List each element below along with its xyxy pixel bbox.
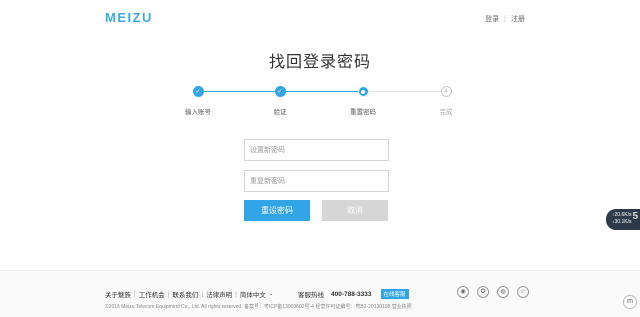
progress-steps: ✓ 输入账号 ✓ 验证 重置密码 4 完成 (185, 86, 453, 116)
corner-logo-icon[interactable]: m (623, 295, 637, 309)
separator: | (167, 290, 170, 298)
step-label: 输入账号 (185, 109, 211, 116)
footer: 关于魅族 | 工作机会 | 联系我们 | 法律声明 | 简体中文 ⌄ 客服热线 … (0, 270, 640, 317)
weibo-icon[interactable]: ◉ (457, 286, 469, 298)
language-select[interactable]: 简体中文 (240, 289, 266, 299)
step-input-account: ✓ 输入账号 (168, 86, 228, 116)
check-icon: ✓ (192, 86, 204, 97)
copyright: ©2016 Meizu Telecom Equipment Co., Ltd. … (105, 304, 412, 310)
current-step-icon (357, 86, 369, 97)
step-reset-password: 重置密码 (333, 86, 393, 116)
qzone-icon[interactable]: ✪ (477, 286, 489, 298)
footer-links: 关于魅族 | 工作机会 | 联系我们 | 法律声明 | 简体中文 ⌄ 客服热线 … (105, 289, 409, 299)
login-link[interactable]: 登录 (485, 14, 499, 24)
separator: | (504, 15, 506, 23)
wechat-icon[interactable]: ◍ (497, 286, 509, 298)
step-label: 验证 (273, 109, 287, 116)
separator: | (235, 290, 237, 298)
page-title: 找回登录密码 (268, 54, 371, 71)
footer-link-about[interactable]: 关于魅族 (105, 289, 131, 299)
separator: | (201, 290, 204, 298)
cancel-button[interactable]: 取消 (322, 200, 388, 221)
hotline-label: 客服热线 (298, 292, 325, 299)
step-label: 重置密码 (350, 109, 376, 116)
separator: | (134, 290, 136, 298)
network-speed-widget[interactable]: ↑20.6K/s ↓30.1K/s 5 (606, 209, 640, 230)
step-complete: 4 完成 (416, 86, 476, 116)
step-verify: ✓ 验证 (250, 86, 310, 116)
hotline-number: 400-788-3333 (331, 290, 372, 298)
top-links: 登录 | 注册 (485, 14, 525, 24)
new-password-field[interactable] (244, 139, 389, 161)
register-link[interactable]: 注册 (511, 14, 525, 24)
confirm-password-field[interactable] (244, 170, 389, 192)
online-service-button[interactable]: 在线客服 (380, 289, 409, 299)
check-icon: ✓ (274, 86, 286, 97)
reset-password-button[interactable]: 重设密码 (244, 200, 310, 221)
step-number-icon: 4 (440, 86, 452, 97)
footer-link-jobs[interactable]: 工作机会 (139, 289, 165, 299)
star-icon[interactable]: ☆ (517, 286, 529, 298)
step-label: 完成 (439, 109, 453, 116)
meizu-logo[interactable]: MEIZU (105, 10, 153, 25)
chevron-down-icon[interactable]: ⌄ (269, 291, 273, 297)
widget-value: 5 (632, 211, 638, 222)
social-links: ◉ ✪ ◍ ☆ (457, 286, 529, 298)
footer-link-legal[interactable]: 法律声明 (206, 289, 232, 299)
footer-link-contact[interactable]: 联系我们 (172, 289, 198, 299)
